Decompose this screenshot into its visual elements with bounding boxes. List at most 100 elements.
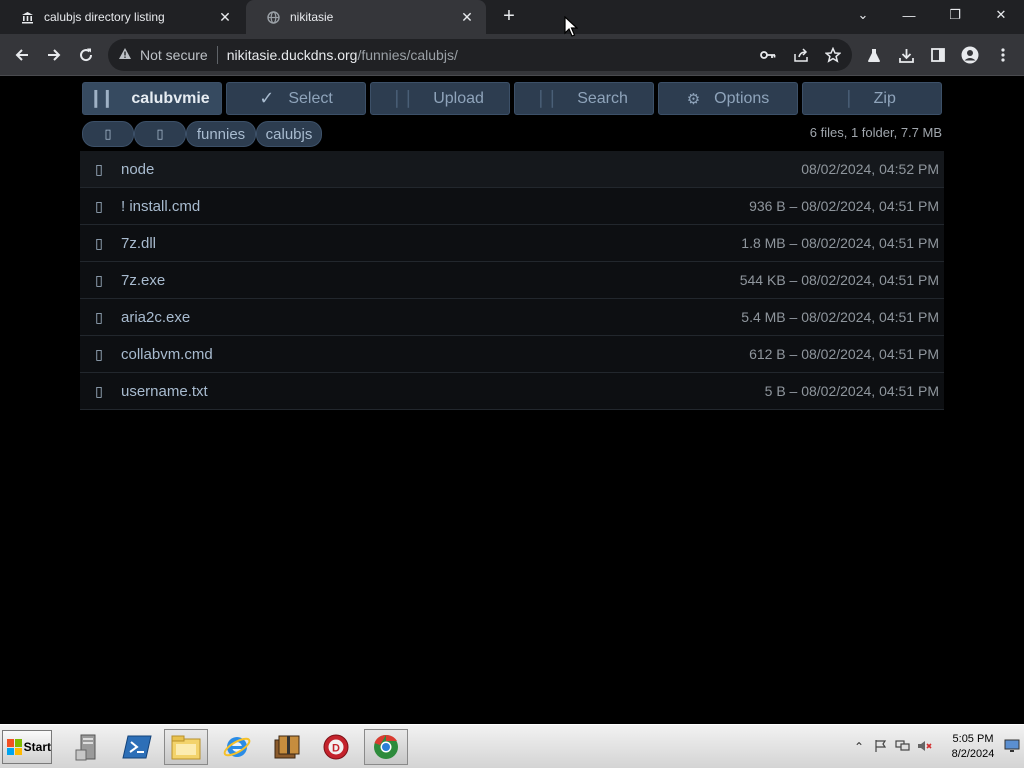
chevron-up-icon[interactable]: ⌃ <box>848 740 870 754</box>
upload-icon: ▏▏ <box>396 90 420 108</box>
reload-icon <box>80 48 93 62</box>
archive-icon[interactable] <box>264 729 308 765</box>
server-manager-icon[interactable] <box>66 729 110 765</box>
show-desktop-button[interactable] <box>1004 739 1020 753</box>
divider <box>216 46 218 64</box>
file-icon: ▯ <box>95 234 103 251</box>
file-meta: 5 B – 08/02/2024, 04:51 PM <box>764 383 939 399</box>
back-button[interactable] <box>10 43 34 67</box>
tab-title: nikitasie <box>290 10 334 24</box>
file-name[interactable]: 7z.dll <box>118 235 741 252</box>
system-clock[interactable]: 5:05 PM 8/2/2024 <box>944 732 1002 762</box>
file-name[interactable]: node <box>118 161 801 178</box>
url-path: /funnies/calubjs/ <box>357 47 458 63</box>
list-item[interactable]: ▯ collabvm.cmd 612 B – 08/02/2024, 04:51… <box>80 336 944 373</box>
list-item[interactable]: ▯ ! install.cmd 936 B – 08/02/2024, 04:5… <box>80 188 944 225</box>
labs-flask-icon[interactable] <box>864 45 884 65</box>
listing-summary: 6 files, 1 folder, 7.7 MB <box>809 125 942 140</box>
address-bar[interactable]: Not secure nikitasie.duckdns.org/funnies… <box>108 39 852 71</box>
file-meta: 5.4 MB – 08/02/2024, 04:51 PM <box>741 309 939 325</box>
powershell-icon[interactable] <box>115 729 159 765</box>
minimize-button[interactable]: — <box>886 0 932 30</box>
chrome-icon[interactable] <box>364 729 408 765</box>
volume-muted-icon[interactable] <box>914 739 936 756</box>
file-icon: ▯ <box>95 271 103 288</box>
file-icon: ▯ <box>95 308 103 325</box>
select-button[interactable]: ✓ Select <box>226 82 366 115</box>
star-icon[interactable] <box>825 47 841 63</box>
list-item[interactable]: ▯ 7z.exe 544 KB – 08/02/2024, 04:51 PM <box>80 262 944 299</box>
breadcrumb-root[interactable]: ▯ <box>134 121 186 147</box>
forward-button[interactable] <box>42 43 66 67</box>
clock-time: 5:05 PM <box>952 733 994 745</box>
security-label[interactable]: Not secure <box>140 47 208 63</box>
breadcrumb: ▯ ▯ funnies calubjs <box>82 121 322 147</box>
button-label: Select <box>288 89 333 107</box>
start-label: Start <box>23 740 51 754</box>
username-button[interactable]: ▎▎ calubvmie <box>82 82 222 115</box>
bank-icon <box>20 10 34 24</box>
file-icon: ▯ <box>95 197 103 214</box>
zip-button[interactable]: ▏ Zip <box>802 82 942 115</box>
restore-button[interactable]: ❐ <box>932 0 978 30</box>
tab-search-dropdown-icon[interactable]: ⌄ <box>840 0 886 30</box>
button-label: Zip <box>873 89 896 107</box>
warning-icon[interactable] <box>118 47 132 63</box>
upload-button[interactable]: ▏▏ Upload <box>370 82 510 115</box>
internet-explorer-icon[interactable] <box>215 729 259 765</box>
file-explorer-icon[interactable] <box>164 729 208 765</box>
list-item[interactable]: ▯ 7z.dll 1.8 MB – 08/02/2024, 04:51 PM <box>80 225 944 262</box>
breadcrumb-home[interactable]: ▯ <box>82 121 134 147</box>
file-icon: ▯ <box>95 382 103 399</box>
tab-strip: calubjs directory listing ✕ nikitasie ✕ … <box>0 0 1024 34</box>
action-center-flag-icon[interactable] <box>870 739 892 756</box>
folder-icon: ▯ <box>95 160 103 177</box>
list-item[interactable]: ▯ aria2c.exe 5.4 MB – 08/02/2024, 04:51 … <box>80 299 944 336</box>
url-host: nikitasie.duckdns.org <box>226 47 358 63</box>
profile-avatar-icon[interactable] <box>960 45 980 65</box>
breadcrumb-calubjs[interactable]: calubjs <box>256 121 322 147</box>
gear-icon: ⚙ <box>686 90 701 108</box>
key-icon[interactable] <box>760 47 776 63</box>
file-meta: 08/02/2024, 04:52 PM <box>801 161 939 177</box>
list-item[interactable]: ▯ username.txt 5 B – 08/02/2024, 04:51 P… <box>80 373 944 410</box>
close-window-button[interactable]: ✕ <box>978 0 1024 30</box>
side-panel-icon[interactable] <box>928 45 948 65</box>
tab-directory-listing[interactable]: calubjs directory listing ✕ <box>0 0 244 34</box>
red-circle-app-icon[interactable]: D <box>314 729 358 765</box>
search-icon: ▏▏ <box>540 90 564 108</box>
close-tab-icon[interactable]: ✕ <box>216 8 234 26</box>
share-icon[interactable] <box>793 47 809 63</box>
file-name[interactable]: ! install.cmd <box>118 198 749 215</box>
check-icon: ✓ <box>259 88 275 108</box>
search-button[interactable]: ▏▏ Search <box>514 82 654 115</box>
new-tab-button[interactable]: + <box>498 6 520 28</box>
globe-icon <box>266 10 280 24</box>
network-icon[interactable] <box>892 739 914 756</box>
grip-icon: ▎▎ <box>94 90 118 108</box>
file-name[interactable]: username.txt <box>118 383 765 400</box>
tab-title: calubjs directory listing <box>44 10 165 24</box>
zip-icon: ▏ <box>848 90 860 108</box>
options-button[interactable]: ⚙ Options <box>658 82 798 115</box>
action-bar: ▎▎ calubvmie ✓ Select ▏▏ Upload ▏▏ Searc… <box>82 82 944 116</box>
browser-toolbar: Not secure nikitasie.duckdns.org/funnies… <box>0 34 1024 76</box>
windows-logo-icon <box>7 739 22 755</box>
arrow-right-icon <box>48 49 61 61</box>
breadcrumb-funnies[interactable]: funnies <box>186 121 256 147</box>
file-meta: 612 B – 08/02/2024, 04:51 PM <box>749 346 939 362</box>
file-name[interactable]: aria2c.exe <box>118 309 741 326</box>
svg-text:D: D <box>332 743 340 755</box>
list-item[interactable]: ▯ node 08/02/2024, 04:52 PM <box>80 151 944 188</box>
button-label: Upload <box>433 89 484 107</box>
folder-icon: ▯ <box>156 126 164 141</box>
reload-button[interactable] <box>74 43 98 67</box>
kebab-menu-icon[interactable] <box>993 45 1013 65</box>
file-name[interactable]: 7z.exe <box>118 272 740 289</box>
file-name[interactable]: collabvm.cmd <box>118 346 749 363</box>
directory-listing-page: ▎▎ calubvmie ✓ Select ▏▏ Upload ▏▏ Searc… <box>0 77 1024 724</box>
close-tab-icon[interactable]: ✕ <box>458 8 476 26</box>
tab-nikitasie[interactable]: nikitasie ✕ <box>246 0 486 34</box>
start-button[interactable]: Start <box>2 730 52 764</box>
download-icon[interactable] <box>896 45 916 65</box>
